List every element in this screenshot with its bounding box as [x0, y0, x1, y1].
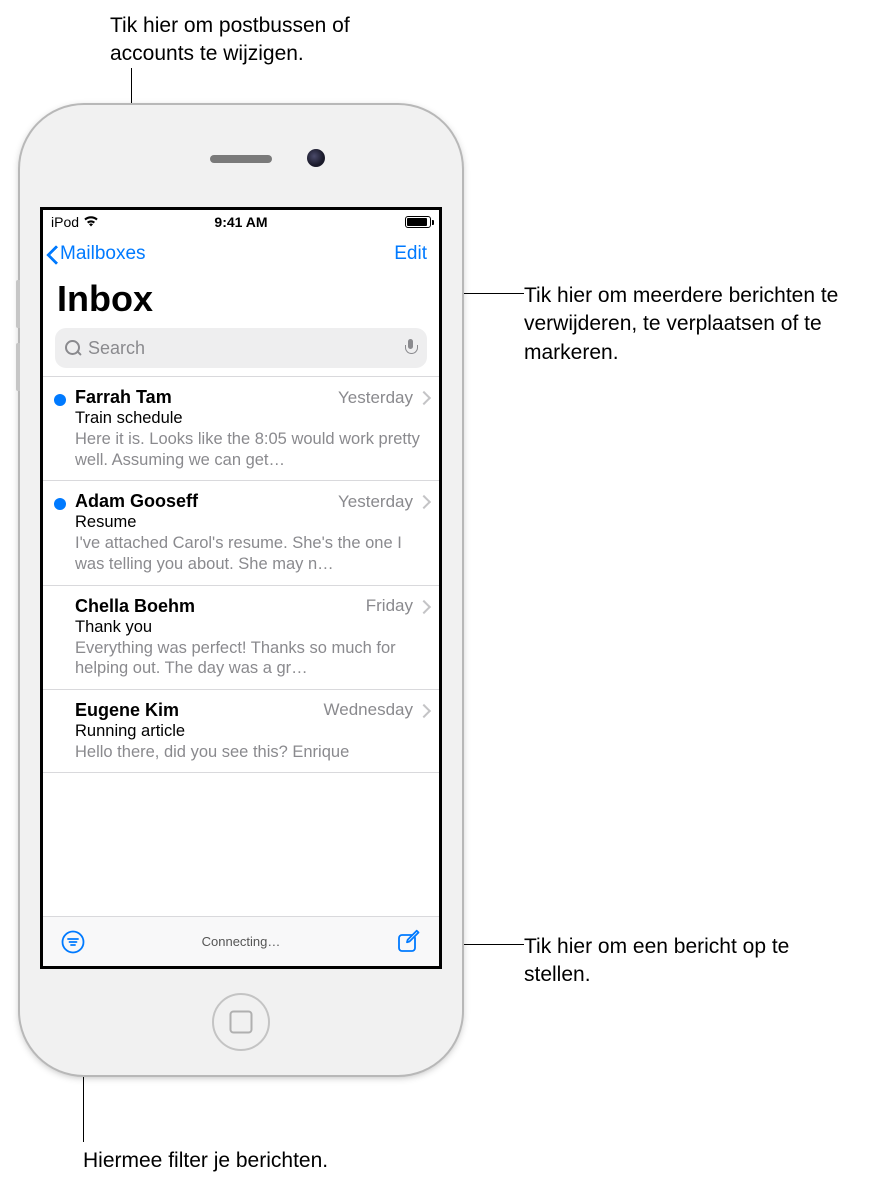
message-sender: Farrah Tam [75, 387, 172, 408]
message-date: Yesterday [338, 492, 413, 512]
message-row[interactable]: Chella Boehm Friday Thank youEverything wa… [43, 585, 439, 689]
back-label: Mailboxes [60, 243, 146, 265]
message-row[interactable]: Farrah Tam YesterdayTrain scheduleHere it… [43, 376, 439, 480]
message-row[interactable]: Eugene Kim Wednesday Running articleHello … [43, 689, 439, 774]
message-preview: Everything was perfect! Thanks so much f… [75, 638, 427, 679]
chevron-right-icon [419, 600, 427, 613]
message-preview: I've attached Carol's resume. She's the … [75, 533, 427, 574]
message-list[interactable]: Farrah TamYesterdayTrain scheduleHere it… [43, 376, 439, 916]
carrier-label: iPod [51, 214, 79, 230]
filter-button[interactable] [59, 928, 87, 956]
message-subject: Train schedule [75, 409, 427, 428]
message-preview: Hello there, did you see this? Enrique [75, 742, 427, 763]
navigation-bar: Mailboxes Edit [43, 234, 439, 274]
unread-dot-icon [54, 394, 66, 406]
chevron-left-icon [45, 243, 58, 265]
message-preview: Here it is. Looks like the 8:05 would wo… [75, 429, 427, 470]
message-date: Friday [366, 596, 413, 616]
volume-down-button [16, 343, 20, 391]
message-row[interactable]: Adam Gooseff YesterdayResumeI've attached… [43, 480, 439, 584]
toolbar-status: Connecting… [43, 934, 439, 949]
chevron-right-icon [419, 495, 427, 508]
page-title: Inbox [43, 274, 439, 328]
status-bar: iPod 9:41 AM [43, 210, 439, 234]
chevron-right-icon [419, 391, 427, 404]
microphone-icon[interactable] [404, 339, 417, 358]
chevron-right-icon [419, 704, 427, 717]
message-date: Wednesday [324, 700, 413, 720]
search-input[interactable]: Search [55, 328, 427, 368]
clock: 9:41 AM [43, 214, 439, 230]
edit-button[interactable]: Edit [394, 243, 433, 265]
volume-up-button [16, 280, 20, 328]
callout-filter: Hiermee filter je berichten. [83, 1147, 433, 1175]
unread-dot-icon [54, 498, 66, 510]
callout-compose: Tik hier om een bericht op te stellen. [524, 933, 824, 990]
search-icon [65, 340, 82, 357]
message-sender: Adam Gooseff [75, 491, 198, 512]
message-sender: Eugene Kim [75, 700, 179, 721]
message-subject: Thank you [75, 618, 427, 637]
camera-dot [307, 149, 325, 167]
battery-icon [405, 216, 431, 228]
device-frame: iPod 9:41 AM Mailboxes Edit Inbox Search [20, 105, 462, 1075]
mailboxes-back-button[interactable]: Mailboxes [45, 243, 146, 265]
callout-mailboxes: Tik hier om postbussen of accounts te wi… [110, 12, 390, 69]
callout-edit: Tik hier om meerdere berichten te verwij… [524, 282, 874, 367]
toolbar: Connecting… [43, 916, 439, 966]
screen: iPod 9:41 AM Mailboxes Edit Inbox Search [40, 207, 442, 969]
message-date: Yesterday [338, 388, 413, 408]
message-subject: Running article [75, 722, 427, 741]
message-sender: Chella Boehm [75, 596, 195, 617]
wifi-icon [83, 214, 99, 230]
home-button[interactable] [212, 993, 270, 1051]
compose-button[interactable] [395, 928, 423, 956]
message-subject: Resume [75, 513, 427, 532]
search-placeholder: Search [88, 338, 145, 359]
